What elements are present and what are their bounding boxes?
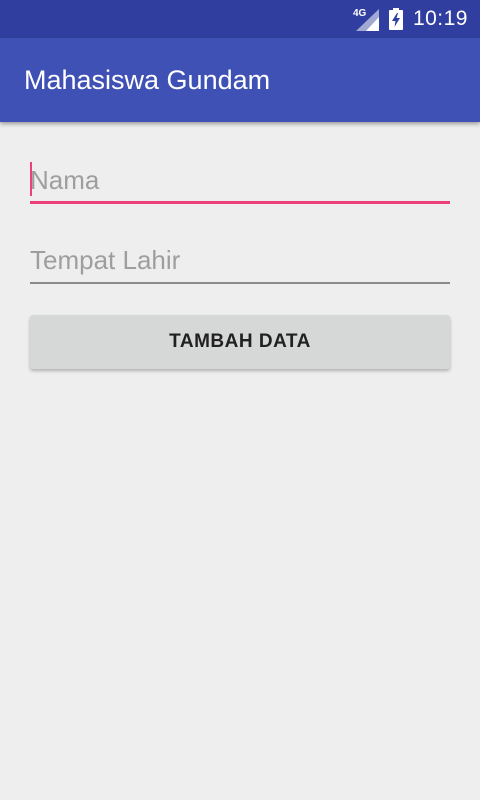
nama-input[interactable] (30, 158, 450, 202)
signal-indicator: 4G (353, 7, 379, 31)
status-clock: 10:19 (412, 7, 468, 30)
text-cursor (30, 162, 32, 196)
tempat-lahir-field[interactable] (30, 238, 450, 284)
nama-underline (30, 201, 450, 204)
app-bar: Mahasiswa Gundam (0, 38, 480, 122)
tempat-lahir-input[interactable] (30, 238, 450, 282)
status-icons: 4G 10:19 (353, 0, 468, 38)
app-title: Mahasiswa Gundam (24, 65, 271, 95)
tambah-data-button[interactable]: TAMBAH DATA (30, 315, 450, 369)
status-bar: 4G 10:19 (0, 0, 480, 38)
tempat-lahir-underline (30, 282, 450, 284)
nama-field[interactable] (30, 158, 450, 204)
network-type-label: 4G (352, 8, 367, 19)
battery-charging-icon (388, 8, 403, 30)
